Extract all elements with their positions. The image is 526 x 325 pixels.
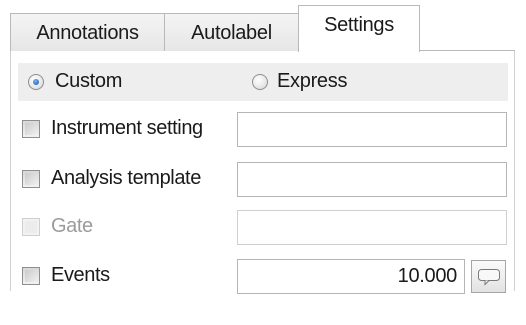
events-row: Events 10.000: [11, 255, 516, 299]
speech-bubble-icon: [477, 268, 500, 286]
gate-field: [237, 210, 507, 245]
events-comment-button[interactable]: [471, 260, 506, 293]
events-checkbox[interactable]: [22, 267, 40, 285]
analysis-template-row: Analysis template: [11, 158, 516, 202]
events-label: Events: [51, 264, 110, 286]
instrument-setting-checkbox[interactable]: [22, 120, 40, 138]
express-radio-label[interactable]: Express: [277, 70, 347, 93]
custom-radio-label[interactable]: Custom: [55, 70, 122, 93]
tab-annotations[interactable]: Annotations: [10, 13, 165, 51]
instrument-setting-row: Instrument setting: [11, 108, 516, 152]
analysis-template-label: Analysis template: [51, 167, 201, 189]
gate-label: Gate: [51, 215, 93, 237]
tab-strip: Annotations Autolabel Settings: [0, 0, 526, 52]
events-field[interactable]: 10.000: [237, 259, 465, 294]
tab-settings[interactable]: Settings: [298, 5, 420, 52]
analysis-template-checkbox[interactable]: [22, 170, 40, 188]
custom-radio[interactable]: [28, 74, 44, 90]
tab-autolabel[interactable]: Autolabel: [164, 13, 299, 51]
settings-panel: Custom Express Instrument setting Analys…: [10, 51, 516, 294]
express-radio[interactable]: [252, 74, 268, 90]
analysis-template-field[interactable]: [237, 162, 507, 197]
instrument-setting-field[interactable]: [237, 112, 507, 147]
gate-row: Gate: [11, 206, 516, 250]
gate-checkbox: [22, 218, 40, 236]
mode-selector: Custom Express: [18, 63, 508, 101]
instrument-setting-label: Instrument setting: [51, 117, 203, 139]
